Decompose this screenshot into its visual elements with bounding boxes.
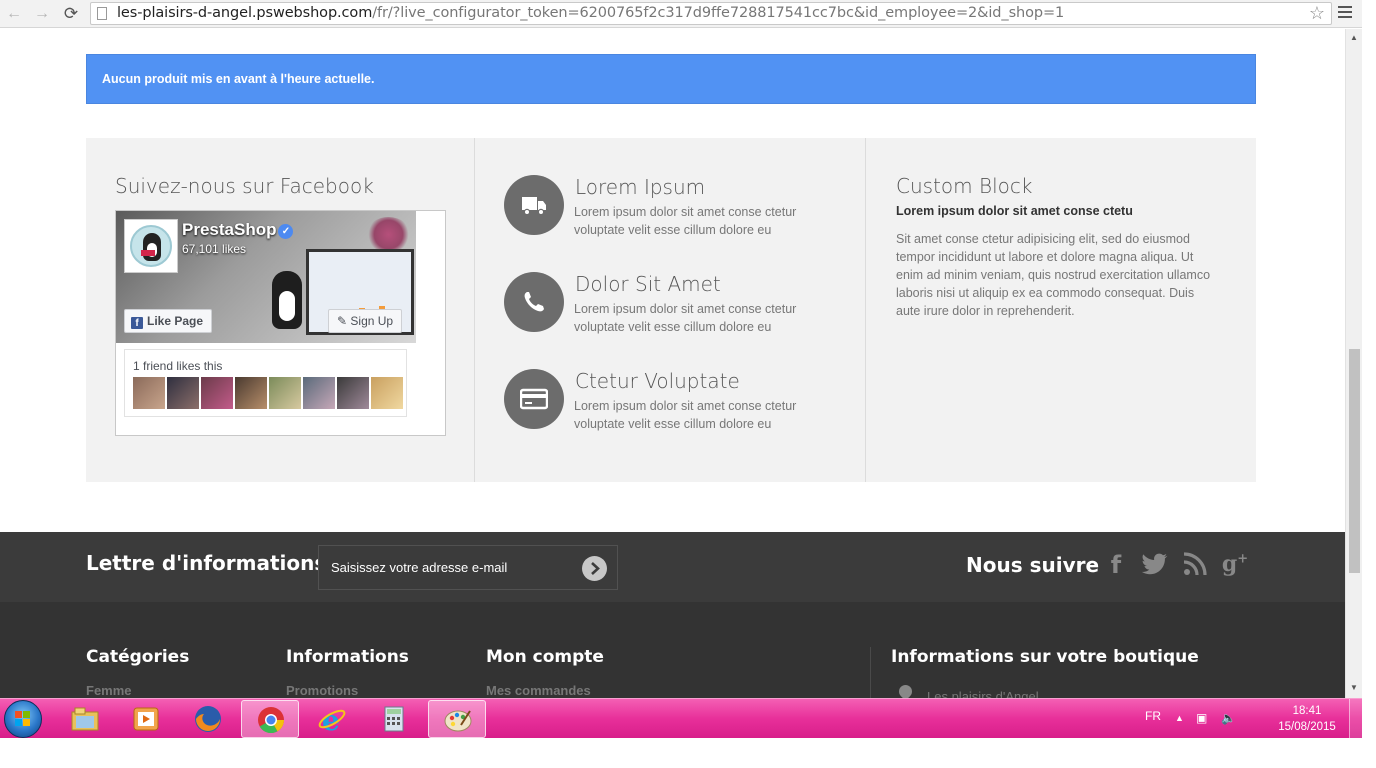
info-item: Lorem Ipsum Lorem ipsum dolor sit amet c… [504, 175, 844, 245]
friends-likes-text: 1 friend likes this [133, 359, 223, 373]
firefox-icon[interactable] [179, 700, 237, 738]
footer-account-title: Mon compte [486, 647, 604, 667]
facebook-likes-count: 67,101 likes [182, 242, 247, 256]
show-hidden-icons-icon[interactable]: ▲ [1175, 713, 1184, 723]
url-text[interactable]: les-plaisirs-d-angel.pswebshop.com/fr/?l… [117, 5, 1064, 21]
bookmark-star-icon[interactable]: ☆ [1309, 3, 1325, 24]
facebook-page-name[interactable]: PrestaShop ✓ [182, 220, 294, 240]
media-player-icon[interactable] [117, 700, 175, 738]
cms-info-block: Lorem Ipsum Lorem ipsum dolor sit amet c… [475, 138, 866, 482]
twitter-icon[interactable] [1140, 551, 1170, 581]
facebook-icon[interactable]: f [1101, 551, 1131, 581]
footer: Catégories Femme Informations Promotions… [0, 602, 1345, 698]
internet-explorer-icon[interactable]: e [303, 700, 361, 738]
footer-link[interactable]: Promotions [286, 683, 358, 698]
footer-categories-title: Catégories [86, 647, 190, 667]
back-icon[interactable]: ← [4, 4, 24, 24]
scroll-up-arrow-icon[interactable]: ▲ [1350, 33, 1358, 42]
footer-link[interactable]: Femme [86, 683, 132, 698]
facebook-friends-box: 1 friend likes this [124, 349, 407, 417]
home-blocks: Suivez-nous sur Facebook PrestaShop ✓ 67… [86, 138, 1256, 482]
credit-card-icon [504, 369, 564, 429]
clock-date: 15/08/2015 [1278, 721, 1336, 733]
friend-avatar[interactable] [269, 377, 301, 409]
friend-avatars [133, 377, 405, 414]
friend-avatar[interactable] [337, 377, 369, 409]
vertical-scrollbar[interactable]: ▲ ▼ [1345, 29, 1362, 698]
system-clock[interactable]: 18:41 15/08/2015 [1270, 703, 1344, 735]
verified-badge-icon: ✓ [278, 224, 294, 239]
info-title: Lorem Ipsum [575, 175, 706, 199]
info-item: Dolor Sit Amet Lorem ipsum dolor sit ame… [504, 272, 844, 342]
newsletter-email-value: Saisissez votre adresse e-mail [331, 560, 508, 575]
network-icon[interactable]: ▣ [1196, 711, 1207, 725]
scroll-thumb[interactable] [1349, 349, 1360, 573]
facebook-block-title: Suivez-nous sur Facebook [115, 174, 374, 198]
info-title: Dolor Sit Amet [575, 272, 721, 296]
start-button[interactable] [4, 700, 42, 738]
footer-link[interactable]: Mes commandes [486, 683, 591, 698]
chrome-icon[interactable] [241, 700, 299, 738]
friend-avatar[interactable] [167, 377, 199, 409]
windows-taskbar: e FR ▲ ▣ 🔈 18:41 15/08/2015 [0, 698, 1362, 739]
page-viewport: Aucun produit mis en avant à l'heure act… [0, 29, 1345, 698]
featured-products-alert: Aucun produit mis en avant à l'heure act… [86, 54, 1256, 104]
address-bar[interactable]: les-plaisirs-d-angel.pswebshop.com/fr/?l… [90, 2, 1332, 25]
newsletter-bar: Lettre d'informations Saisissez votre ad… [0, 532, 1345, 602]
pencil-icon: ✎ [337, 314, 348, 328]
friend-avatar[interactable] [235, 377, 267, 409]
info-item: Ctetur Voluptate Lorem ipsum dolor sit a… [504, 369, 844, 439]
footer-store-title: Informations sur votre boutique [891, 647, 1199, 667]
friend-avatar[interactable] [133, 377, 165, 409]
page-icon [97, 7, 107, 20]
map-marker-icon [896, 682, 915, 698]
volume-icon[interactable]: 🔈 [1221, 711, 1236, 725]
facebook-cover-image: PrestaShop ✓ 67,101 likes f Like Page ✎ Si… [116, 211, 416, 343]
info-text: Lorem ipsum dolor sit amet conse ctetur … [574, 205, 797, 237]
newsletter-submit-button[interactable] [582, 556, 607, 581]
info-text: Lorem ipsum dolor sit amet conse ctetur … [574, 399, 797, 431]
custom-block-subtitle: Lorem ipsum dolor sit amet conse ctetu [896, 204, 1133, 218]
browser-toolbar: ← → ⟳ les-plaisirs-d-angel.pswebshop.com… [0, 0, 1362, 28]
newsletter-title: Lettre d'informations [86, 551, 327, 575]
rss-icon[interactable] [1180, 551, 1210, 581]
custom-block: Custom Block Lorem ipsum dolor sit amet … [866, 138, 1256, 482]
footer-information-title: Informations [286, 647, 409, 667]
info-text: Lorem ipsum dolor sit amet conse ctetur … [574, 302, 797, 334]
custom-block-title: Custom Block [896, 174, 1033, 198]
clock-time: 18:41 [1292, 705, 1322, 717]
friend-avatar[interactable] [201, 377, 233, 409]
facebook-widget: PrestaShop ✓ 67,101 likes f Like Page ✎ Si… [115, 210, 446, 436]
custom-block-text: Sit amet conse ctetur adipisicing elit, … [896, 232, 1211, 318]
google-plus-icon[interactable]: g+ [1220, 551, 1250, 581]
show-desktop-button[interactable] [1349, 699, 1362, 739]
calculator-icon[interactable] [365, 700, 423, 738]
language-indicator[interactable]: FR [1145, 709, 1161, 723]
info-title: Ctetur Voluptate [575, 369, 740, 393]
friend-avatar[interactable] [371, 377, 403, 409]
scroll-down-arrow-icon[interactable]: ▼ [1350, 683, 1358, 692]
paint-icon[interactable] [428, 700, 486, 738]
phone-icon [504, 272, 564, 332]
reload-icon[interactable]: ⟳ [61, 4, 81, 24]
newsletter-email-input[interactable]: Saisissez votre adresse e-mail [318, 545, 618, 590]
footer-store-name: Les plaisirs d'Angel [927, 689, 1039, 698]
like-page-button[interactable]: f Like Page [124, 309, 213, 333]
social-title: Nous suivre [966, 553, 1100, 577]
facebook-block: Suivez-nous sur Facebook PrestaShop ✓ 67… [86, 138, 475, 482]
browser-menu-icon[interactable] [1338, 6, 1352, 20]
truck-icon [504, 175, 564, 235]
sign-up-button[interactable]: ✎ Sign Up [328, 309, 403, 333]
friend-avatar[interactable] [303, 377, 335, 409]
footer-divider [870, 647, 871, 698]
forward-icon[interactable]: → [32, 4, 52, 24]
prestashop-logo[interactable] [124, 219, 178, 273]
facebook-f-icon: f [131, 317, 143, 329]
explorer-icon[interactable] [56, 700, 114, 738]
